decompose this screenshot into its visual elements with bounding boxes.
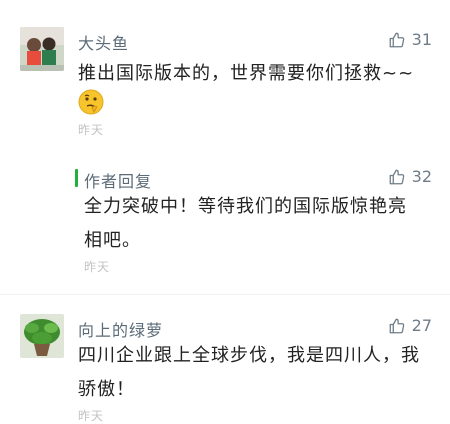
reply-accent-bar — [75, 169, 78, 187]
reply-text: 全力突破中！等待我们的国际版惊艳亮相吧。 — [84, 196, 407, 251]
thinking-emoji-icon — [78, 89, 104, 115]
like-count: 32 — [411, 167, 432, 186]
comment-text: 四川企业跟上全球步伐，我是四川人，我骄傲！ — [78, 345, 420, 400]
thumbs-up-icon — [388, 168, 406, 186]
author-reply: 作者回复 32 全力突破中！等待我们的国际版惊艳亮相吧。 昨天 — [0, 150, 450, 280]
comment-time: 昨天 — [78, 123, 105, 137]
comment-item: 大头鱼 31 推出国际版本的，世界需要你们拯救~~ 昨天 — [0, 0, 450, 150]
like-count: 31 — [411, 30, 432, 49]
avatar[interactable] — [20, 314, 64, 358]
like-button[interactable]: 31 — [388, 30, 432, 49]
author-reply-label: 作者回复 — [84, 172, 153, 191]
avatar[interactable] — [20, 27, 64, 71]
thumbs-up-icon — [388, 317, 406, 335]
comment-username[interactable]: 大头鱼 — [78, 30, 129, 54]
like-button[interactable]: 32 — [388, 167, 432, 186]
thumbs-up-icon — [388, 31, 406, 49]
divider — [0, 294, 450, 295]
comment-item: 向上的绿萝 27 四川企业跟上全球步伐，我是四川人，我骄傲！ 昨天 — [0, 300, 450, 423]
comment-time: 昨天 — [78, 409, 105, 423]
like-button[interactable]: 27 — [388, 316, 432, 335]
like-count: 27 — [411, 316, 432, 335]
comment-text: 推出国际版本的，世界需要你们拯救~~ — [78, 63, 415, 84]
comment-username[interactable]: 向上的绿萝 — [78, 317, 163, 341]
reply-time: 昨天 — [84, 260, 111, 274]
